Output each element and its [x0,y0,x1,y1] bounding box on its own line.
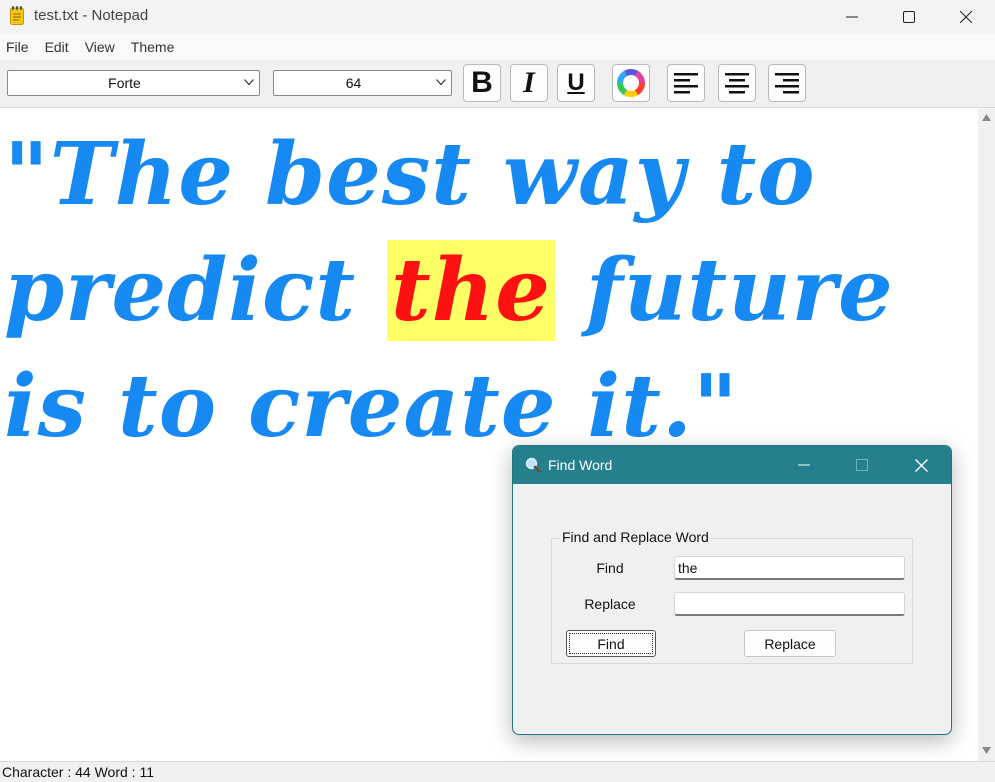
scroll-up-icon[interactable] [982,114,991,121]
font-size-select[interactable]: 64 [273,70,452,96]
find-highlight: the [387,240,555,341]
align-right-button[interactable] [768,64,806,102]
menu-edit[interactable]: Edit [37,34,77,60]
align-center-icon [725,73,749,94]
find-word-dialog: Find Word Find and Replace Word Find Rep… [512,445,952,735]
window-title: test.txt - Notepad [34,7,149,24]
editor-content: "The best way to predict the future is t… [4,117,964,465]
scroll-down-icon[interactable] [982,747,991,754]
underline-glyph: U [567,69,585,96]
bold-button[interactable]: B [463,64,501,102]
font-name-select[interactable]: Forte [7,70,260,96]
find-button-label: Find [597,635,625,652]
maximize-icon [856,459,868,471]
italic-glyph: I [523,66,535,99]
close-button[interactable] [937,0,995,34]
group-label: Find and Replace Word [560,529,711,545]
dialog-minimize-button[interactable] [775,446,833,484]
notepad-icon [10,6,24,25]
dialog-title: Find Word [548,457,613,473]
menu-bar: File Edit View Theme [0,34,995,60]
bold-glyph: B [471,66,493,99]
find-button[interactable]: Find [566,630,656,657]
color-wheel-icon [617,69,645,97]
close-icon [914,458,928,472]
replace-button-label: Replace [764,635,816,652]
toolbar: Forte 64 B I U [0,60,995,108]
italic-button[interactable]: I [510,64,548,102]
maximize-icon [903,11,915,23]
find-replace-group: Find and Replace Word Find Replace Find … [551,529,913,664]
font-name-value: Forte [108,75,141,91]
underline-button[interactable]: U [557,64,595,102]
dialog-close-button[interactable] [892,446,950,484]
title-bar: test.txt - Notepad [0,0,995,34]
find-label: Find [596,560,624,576]
maximize-button[interactable] [880,0,938,34]
font-size-value: 64 [345,75,362,91]
align-left-icon [674,73,698,94]
status-bar: Character : 44 Word : 11 [0,761,995,782]
text-color-button[interactable] [612,64,650,102]
search-icon [525,457,541,473]
dialog-maximize-button [833,446,891,484]
dialog-title-bar: Find Word [513,446,951,484]
menu-view[interactable]: View [77,34,123,60]
replace-input[interactable] [674,592,905,616]
replace-button[interactable]: Replace [744,630,836,657]
chevron-down-icon [244,79,254,86]
replace-label: Replace [584,596,636,612]
align-left-button[interactable] [667,64,705,102]
vertical-scrollbar[interactable] [978,109,995,761]
menu-file[interactable]: File [0,34,37,60]
align-right-icon [775,73,799,94]
minimize-icon [846,16,858,18]
close-icon [960,11,972,23]
find-input[interactable] [674,556,905,580]
minimize-icon [798,464,810,466]
minimize-button[interactable] [823,0,881,34]
status-text: Character : 44 Word : 11 [2,764,154,780]
align-center-button[interactable] [718,64,756,102]
chevron-down-icon [436,79,446,86]
menu-theme[interactable]: Theme [123,34,183,60]
